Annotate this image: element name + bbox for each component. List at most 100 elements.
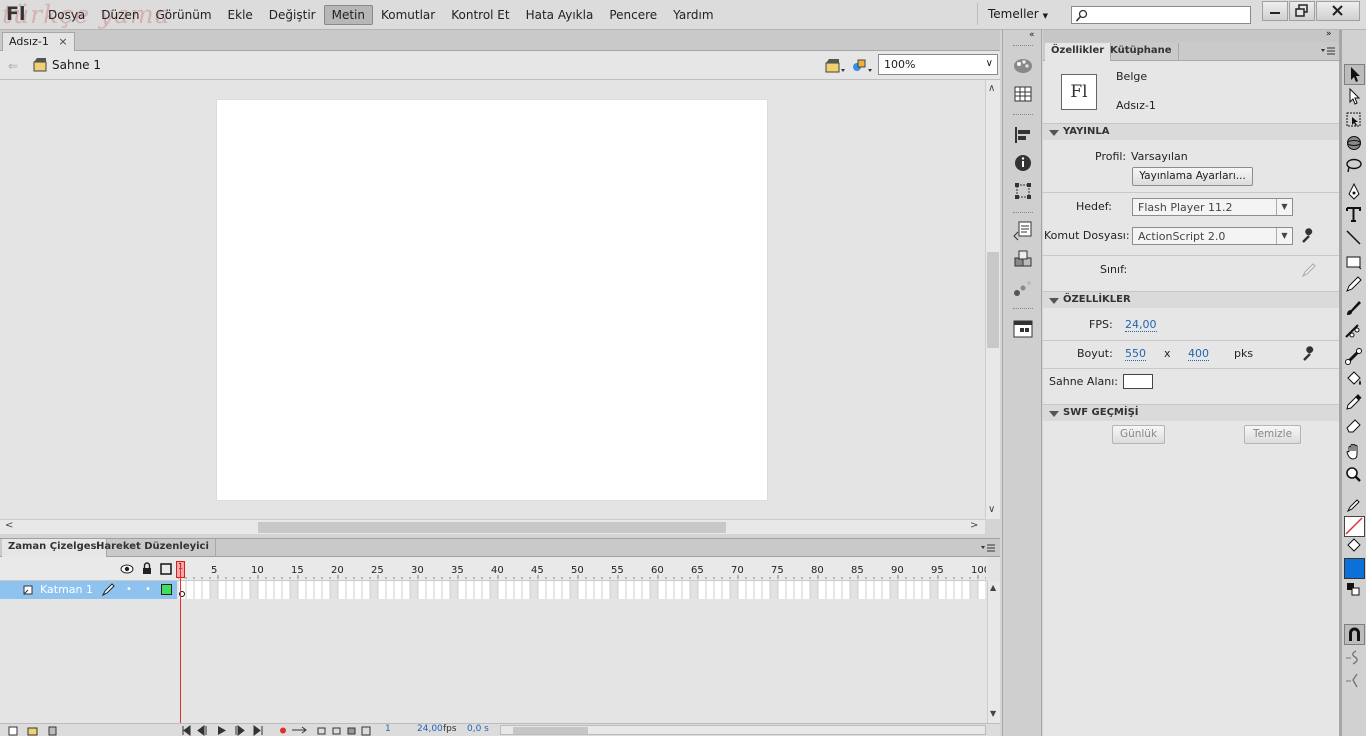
layer-row[interactable]: Katman 1 • • <box>0 581 987 599</box>
rectangle-tool[interactable] <box>1344 252 1365 273</box>
scroll-down-icon[interactable]: ∨ <box>988 504 995 515</box>
panel-collapse-bar[interactable]: » <box>1043 29 1339 42</box>
stroke-color-swatch[interactable] <box>1344 516 1365 537</box>
minimize-button[interactable] <box>1262 1 1288 21</box>
search-input[interactable] <box>1071 6 1251 24</box>
paint-bucket-tool[interactable] <box>1344 370 1365 391</box>
stage-vertical-scrollbar[interactable]: ∧ ∨ <box>985 80 1000 519</box>
layer-color-swatch[interactable] <box>161 584 172 595</box>
grip-handle[interactable] <box>1013 45 1033 47</box>
collapse-icon[interactable]: » <box>1326 29 1332 39</box>
edit-symbols-icon[interactable] <box>851 57 873 75</box>
lock-icon[interactable] <box>141 562 153 575</box>
publish-settings-button[interactable]: Yayınlama Ayarları... <box>1132 167 1253 186</box>
workspace-switcher[interactable]: Temeller ▼ <box>977 3 1054 25</box>
document-tab[interactable]: Adsız-1 × <box>2 32 75 51</box>
lock-dot[interactable]: • <box>145 584 151 595</box>
width-value[interactable]: 550 <box>1125 347 1146 361</box>
fps-value[interactable]: 24,00 <box>1125 318 1157 332</box>
outline-icon[interactable] <box>160 563 172 575</box>
scroll-thumb[interactable] <box>513 727 588 734</box>
scroll-left-icon[interactable]: < <box>5 520 13 531</box>
publish-section-header[interactable]: YAYINLA <box>1043 123 1339 140</box>
scroll-thumb[interactable] <box>987 252 999 348</box>
zoom-tool[interactable] <box>1344 465 1365 486</box>
lasso-tool[interactable] <box>1344 156 1365 177</box>
eyedropper-tool[interactable] <box>1344 393 1365 414</box>
fill-color-control[interactable] <box>1344 537 1365 558</box>
tab-library[interactable]: Kütüphane <box>1104 43 1179 61</box>
tab-properties[interactable]: Özellikler <box>1045 43 1112 61</box>
menu-window[interactable]: Pencere <box>601 5 665 25</box>
grip-handle[interactable] <box>1013 114 1033 116</box>
swf-history-section-header[interactable]: SWF GEÇMİŞİ <box>1043 404 1339 421</box>
code-snippets-icon[interactable] <box>1012 220 1034 242</box>
panel-menu-icon[interactable] <box>980 543 996 553</box>
scroll-down-icon[interactable]: ▼ <box>990 709 996 718</box>
timeline-vertical-scrollbar[interactable]: ▲ ▼ <box>987 581 1000 724</box>
frame-ruler[interactable]: 1510152025303540455055606570758085909510… <box>178 559 986 579</box>
timeline-horizontal-scrollbar[interactable] <box>500 725 986 735</box>
scroll-up-icon[interactable]: ∧ <box>988 83 995 94</box>
info-icon[interactable] <box>1012 152 1034 174</box>
menu-help[interactable]: Yardım <box>665 5 721 25</box>
back-arrow-icon[interactable]: ⇐ <box>8 59 18 73</box>
restore-button[interactable] <box>1289 1 1315 21</box>
eraser-tool[interactable] <box>1344 416 1365 437</box>
motion-presets-icon[interactable] <box>1012 277 1034 299</box>
straighten-button[interactable] <box>1344 671 1365 692</box>
scroll-thumb[interactable] <box>258 522 726 533</box>
close-icon[interactable]: × <box>58 35 67 48</box>
menu-commands[interactable]: Komutlar <box>373 5 443 25</box>
text-tool[interactable] <box>1344 205 1365 226</box>
stage-color-swatch[interactable] <box>1123 374 1153 389</box>
onion-skin-icons[interactable] <box>278 725 373 736</box>
smooth-button[interactable] <box>1344 648 1365 669</box>
scroll-up-icon[interactable]: ▲ <box>990 583 996 592</box>
stage-horizontal-scrollbar[interactable]: < > <box>0 519 985 534</box>
collapse-icon[interactable]: « <box>1029 30 1035 40</box>
properties-section-header[interactable]: ÖZELLİKLER <box>1043 291 1339 308</box>
grip-handle[interactable] <box>1013 212 1033 214</box>
frame-rate-readout[interactable]: 24,00 <box>417 724 443 734</box>
bone-tool[interactable] <box>1344 347 1365 368</box>
layer-actions-icons[interactable] <box>6 725 62 736</box>
zoom-select[interactable]: 100% ∨ <box>878 54 998 75</box>
wrench-icon[interactable] <box>1302 346 1318 362</box>
layer-row-label-cell[interactable]: Katman 1 • • <box>0 581 177 599</box>
fill-color-swatch[interactable] <box>1344 558 1365 579</box>
log-button[interactable]: Günlük <box>1112 425 1165 444</box>
panel-menu-icon[interactable] <box>1320 46 1336 56</box>
menu-debug[interactable]: Hata Ayıkla <box>518 5 602 25</box>
subselection-tool[interactable] <box>1344 87 1365 108</box>
close-button[interactable] <box>1316 1 1360 21</box>
wrench-icon[interactable] <box>1301 228 1317 244</box>
pencil-icon[interactable] <box>1301 262 1317 278</box>
menu-modify[interactable]: Değiştir <box>261 5 324 25</box>
line-tool[interactable] <box>1344 228 1365 249</box>
menu-edit[interactable]: Düzen <box>93 5 147 25</box>
script-select[interactable]: ActionScript 2.0 ▼ <box>1132 227 1293 245</box>
3d-rotation-tool[interactable] <box>1344 133 1365 154</box>
current-frame-readout[interactable]: 1 <box>385 724 391 734</box>
target-select[interactable]: Flash Player 11.2 ▼ <box>1132 198 1293 216</box>
grip-handle[interactable] <box>1013 308 1033 310</box>
tab-motion-editor[interactable]: Hareket Düzenleyici <box>90 539 216 557</box>
swap-colors-button[interactable] <box>1344 580 1365 601</box>
transform-icon[interactable] <box>1012 180 1034 202</box>
align-icon[interactable] <box>1012 124 1034 146</box>
free-transform-tool[interactable] <box>1344 110 1365 131</box>
stroke-color-control[interactable] <box>1344 496 1365 517</box>
menu-file[interactable]: Dosya <box>40 5 93 25</box>
deco-tool[interactable] <box>1344 321 1365 342</box>
menu-control[interactable]: Kontrol Et <box>443 5 517 25</box>
visibility-dot[interactable]: • <box>126 584 132 595</box>
height-value[interactable]: 400 <box>1188 347 1209 361</box>
selection-tool[interactable] <box>1344 64 1365 85</box>
brush-tool[interactable] <box>1344 298 1365 319</box>
eye-icon[interactable] <box>120 563 134 575</box>
playback-controls-icons[interactable] <box>180 725 270 736</box>
swatches-icon[interactable] <box>1012 83 1034 105</box>
color-palette-icon[interactable] <box>1012 55 1034 77</box>
project-icon[interactable] <box>1012 318 1034 340</box>
